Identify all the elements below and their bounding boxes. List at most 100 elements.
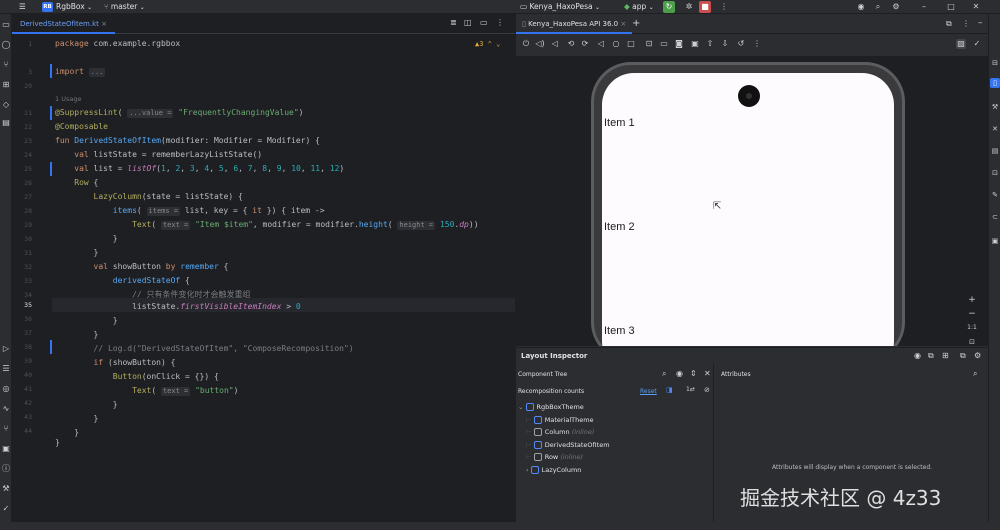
notifications-icon[interactable]: ⊟	[990, 58, 1000, 68]
list-item[interactable]: Item 1	[604, 117, 635, 129]
device-manager-icon[interactable]: ✕	[990, 124, 1000, 134]
tree-node-derivedstateofitem[interactable]: ⊢ DerivedStateOfItem	[526, 439, 610, 451]
build-icon[interactable]: ⚒	[1, 484, 11, 494]
push-file-icon[interactable]: ⇧	[705, 39, 715, 49]
tree-node-row[interactable]: ⊢ Row (inline)	[526, 451, 583, 463]
snapshot-export-icon[interactable]: ⧉	[928, 351, 934, 361]
close-icon[interactable]: ✕	[970, 1, 982, 13]
record-icon[interactable]: ▣	[690, 39, 700, 49]
power-icon[interactable]: ⏻	[521, 39, 531, 49]
debug-button[interactable]: ✲	[683, 1, 695, 13]
usage-hint[interactable]: 1 Usage	[55, 95, 81, 103]
pane-menu-icon[interactable]: ⋮	[962, 19, 970, 28]
add-device-icon[interactable]: +	[632, 18, 640, 29]
settings-icon[interactable]: ⚙	[974, 351, 981, 360]
zoom-actual-size[interactable]: 1:1	[966, 322, 978, 334]
open-external-icon[interactable]: ⧉	[946, 19, 952, 29]
home-icon[interactable]: ○	[611, 39, 621, 49]
disable-icon[interactable]: ⊘	[704, 386, 710, 394]
todo-icon[interactable]: ✓	[1, 504, 11, 514]
tree-node-lazycolumn[interactable]: › LazyColumn	[526, 464, 581, 476]
branch-selector[interactable]: ⑂ master ⌄	[104, 1, 145, 13]
tree-node-column[interactable]: ⊢ Column (inline)	[526, 426, 594, 438]
close-tab-icon[interactable]: ×	[620, 20, 626, 28]
split-view-icon[interactable]: ◫	[464, 18, 472, 27]
tree-node-materialtheme[interactable]: ⊢ MaterialTheme	[526, 414, 594, 426]
warning-indicator[interactable]: ▲3 ⌃ ⌄	[475, 40, 500, 48]
problems-icon[interactable]: ⓘ	[1, 464, 11, 474]
link-icon[interactable]: ⊂	[990, 212, 1000, 222]
gradle-icon[interactable]: ⚒	[990, 102, 1000, 112]
main-menu-icon[interactable]: ☰	[19, 1, 26, 13]
tab-emulator[interactable]: ▯ Kenya_HaxoPesa API 36.0 ×	[516, 14, 633, 34]
view-options-icon[interactable]: ◉	[914, 351, 921, 360]
zoom-in-icon[interactable]: +	[966, 294, 978, 306]
fold-icon[interactable]: ▭	[659, 39, 669, 49]
settings-icon[interactable]: ⚙	[890, 1, 902, 13]
commit-icon[interactable]: ◯	[1, 40, 11, 50]
preview-icon[interactable]: ▭	[480, 18, 488, 27]
volume-down-icon[interactable]: ◁	[550, 39, 560, 49]
project-view-icon[interactable]: ▭	[1, 20, 11, 30]
device-explorer-icon[interactable]: ⊡	[990, 168, 1000, 178]
minimize-icon[interactable]: –	[918, 1, 930, 13]
tab-menu-icon[interactable]: ⋮	[496, 18, 504, 27]
run-icon[interactable]: ▷	[1, 344, 11, 354]
recomposition-type-icon[interactable]: 1⇄	[686, 386, 695, 393]
volume-up-icon[interactable]: ◁)	[535, 39, 545, 49]
logcat-icon[interactable]: ☰	[1, 364, 11, 374]
maximize-icon[interactable]: □	[945, 1, 957, 13]
restart-icon[interactable]: ↺	[736, 39, 746, 49]
search-icon[interactable]: ⌕	[872, 1, 884, 13]
structure-icon[interactable]: ⊞	[1, 80, 11, 90]
pull-requests-icon[interactable]: ⑂	[1, 60, 11, 70]
running-devices-icon[interactable]: ▯	[990, 78, 1000, 88]
layout-inspector-toggle-icon[interactable]: ▧	[956, 39, 966, 49]
snapshot-icon[interactable]: ⊡	[644, 39, 654, 49]
version-control-icon[interactable]: ⑂	[1, 424, 11, 434]
splitter[interactable]	[713, 364, 714, 523]
close-tab-icon[interactable]: ×	[101, 20, 107, 28]
rerun-button[interactable]: ↻	[663, 1, 675, 13]
zoom-out-icon[interactable]: −	[966, 308, 978, 320]
build-variants-icon[interactable]: ▤	[1, 118, 11, 128]
edit-icon[interactable]: ✎	[990, 190, 1000, 200]
run-config-selector[interactable]: ◆ app ⌄	[624, 1, 654, 13]
emulator-display[interactable]: Item 1 Item 2 Item 3 ⇱ + − 1:1 ⊡	[516, 56, 991, 346]
attributes-search-icon[interactable]: ⌕	[973, 369, 977, 379]
screenshot-icon[interactable]: ◙	[674, 39, 684, 49]
device-selector[interactable]: ▭ Kenya_HaxoPesa ⌄	[520, 1, 600, 13]
code-editor[interactable]: 1 3 20 21 22 23 24 25 26 27 28 29 30 31 …	[12, 34, 515, 522]
visibility-icon[interactable]: ◉	[676, 369, 683, 378]
check-icon[interactable]: ✓	[972, 39, 982, 49]
detach-icon[interactable]: ⧉	[960, 351, 966, 361]
more-icon[interactable]: ⋮	[752, 39, 762, 49]
list-item[interactable]: Item 3	[604, 325, 635, 337]
app-inspection-icon[interactable]: ◎	[1, 384, 11, 394]
tree-node-rgbboxtheme[interactable]: ⌄ RgbBoxTheme	[518, 401, 584, 413]
hide-pane-icon[interactable]: –	[978, 18, 983, 28]
refresh-layout-icon[interactable]: ⊞	[942, 351, 949, 360]
tab-derived-state-of-item[interactable]: DerivedStateOfItem.kt ×	[12, 14, 115, 34]
back-icon[interactable]: ◁	[596, 39, 606, 49]
zoom-fit-icon[interactable]: ⊡	[966, 336, 978, 346]
gemini-icon[interactable]: ▤	[990, 146, 1000, 156]
more-icon[interactable]: ⋮	[718, 1, 730, 13]
collapse-all-icon[interactable]: ✕	[704, 369, 711, 378]
bookmarks-icon[interactable]: ◇	[1, 100, 11, 110]
reader-mode-icon[interactable]: ≣	[450, 18, 457, 27]
stop-button[interactable]: ■	[699, 1, 711, 13]
highlight-icon[interactable]: ◨	[666, 386, 673, 394]
rotate-right-icon[interactable]: ⟳	[580, 39, 590, 49]
profile-icon[interactable]: ◉	[855, 1, 867, 13]
reset-link[interactable]: Reset	[640, 388, 657, 395]
search-icon[interactable]: ⌕	[662, 369, 666, 379]
overview-icon[interactable]: □	[626, 39, 636, 49]
expand-all-icon[interactable]: ⇕	[690, 369, 697, 378]
phone-screen[interactable]: Item 1 Item 2 Item 3 ⇱	[602, 73, 894, 346]
profiler-icon[interactable]: ∿	[1, 404, 11, 414]
pull-file-icon[interactable]: ⇩	[720, 39, 730, 49]
emulator-icon[interactable]: ▣	[990, 236, 1000, 246]
rotate-left-icon[interactable]: ⟲	[566, 39, 576, 49]
list-item[interactable]: Item 2	[604, 221, 635, 233]
